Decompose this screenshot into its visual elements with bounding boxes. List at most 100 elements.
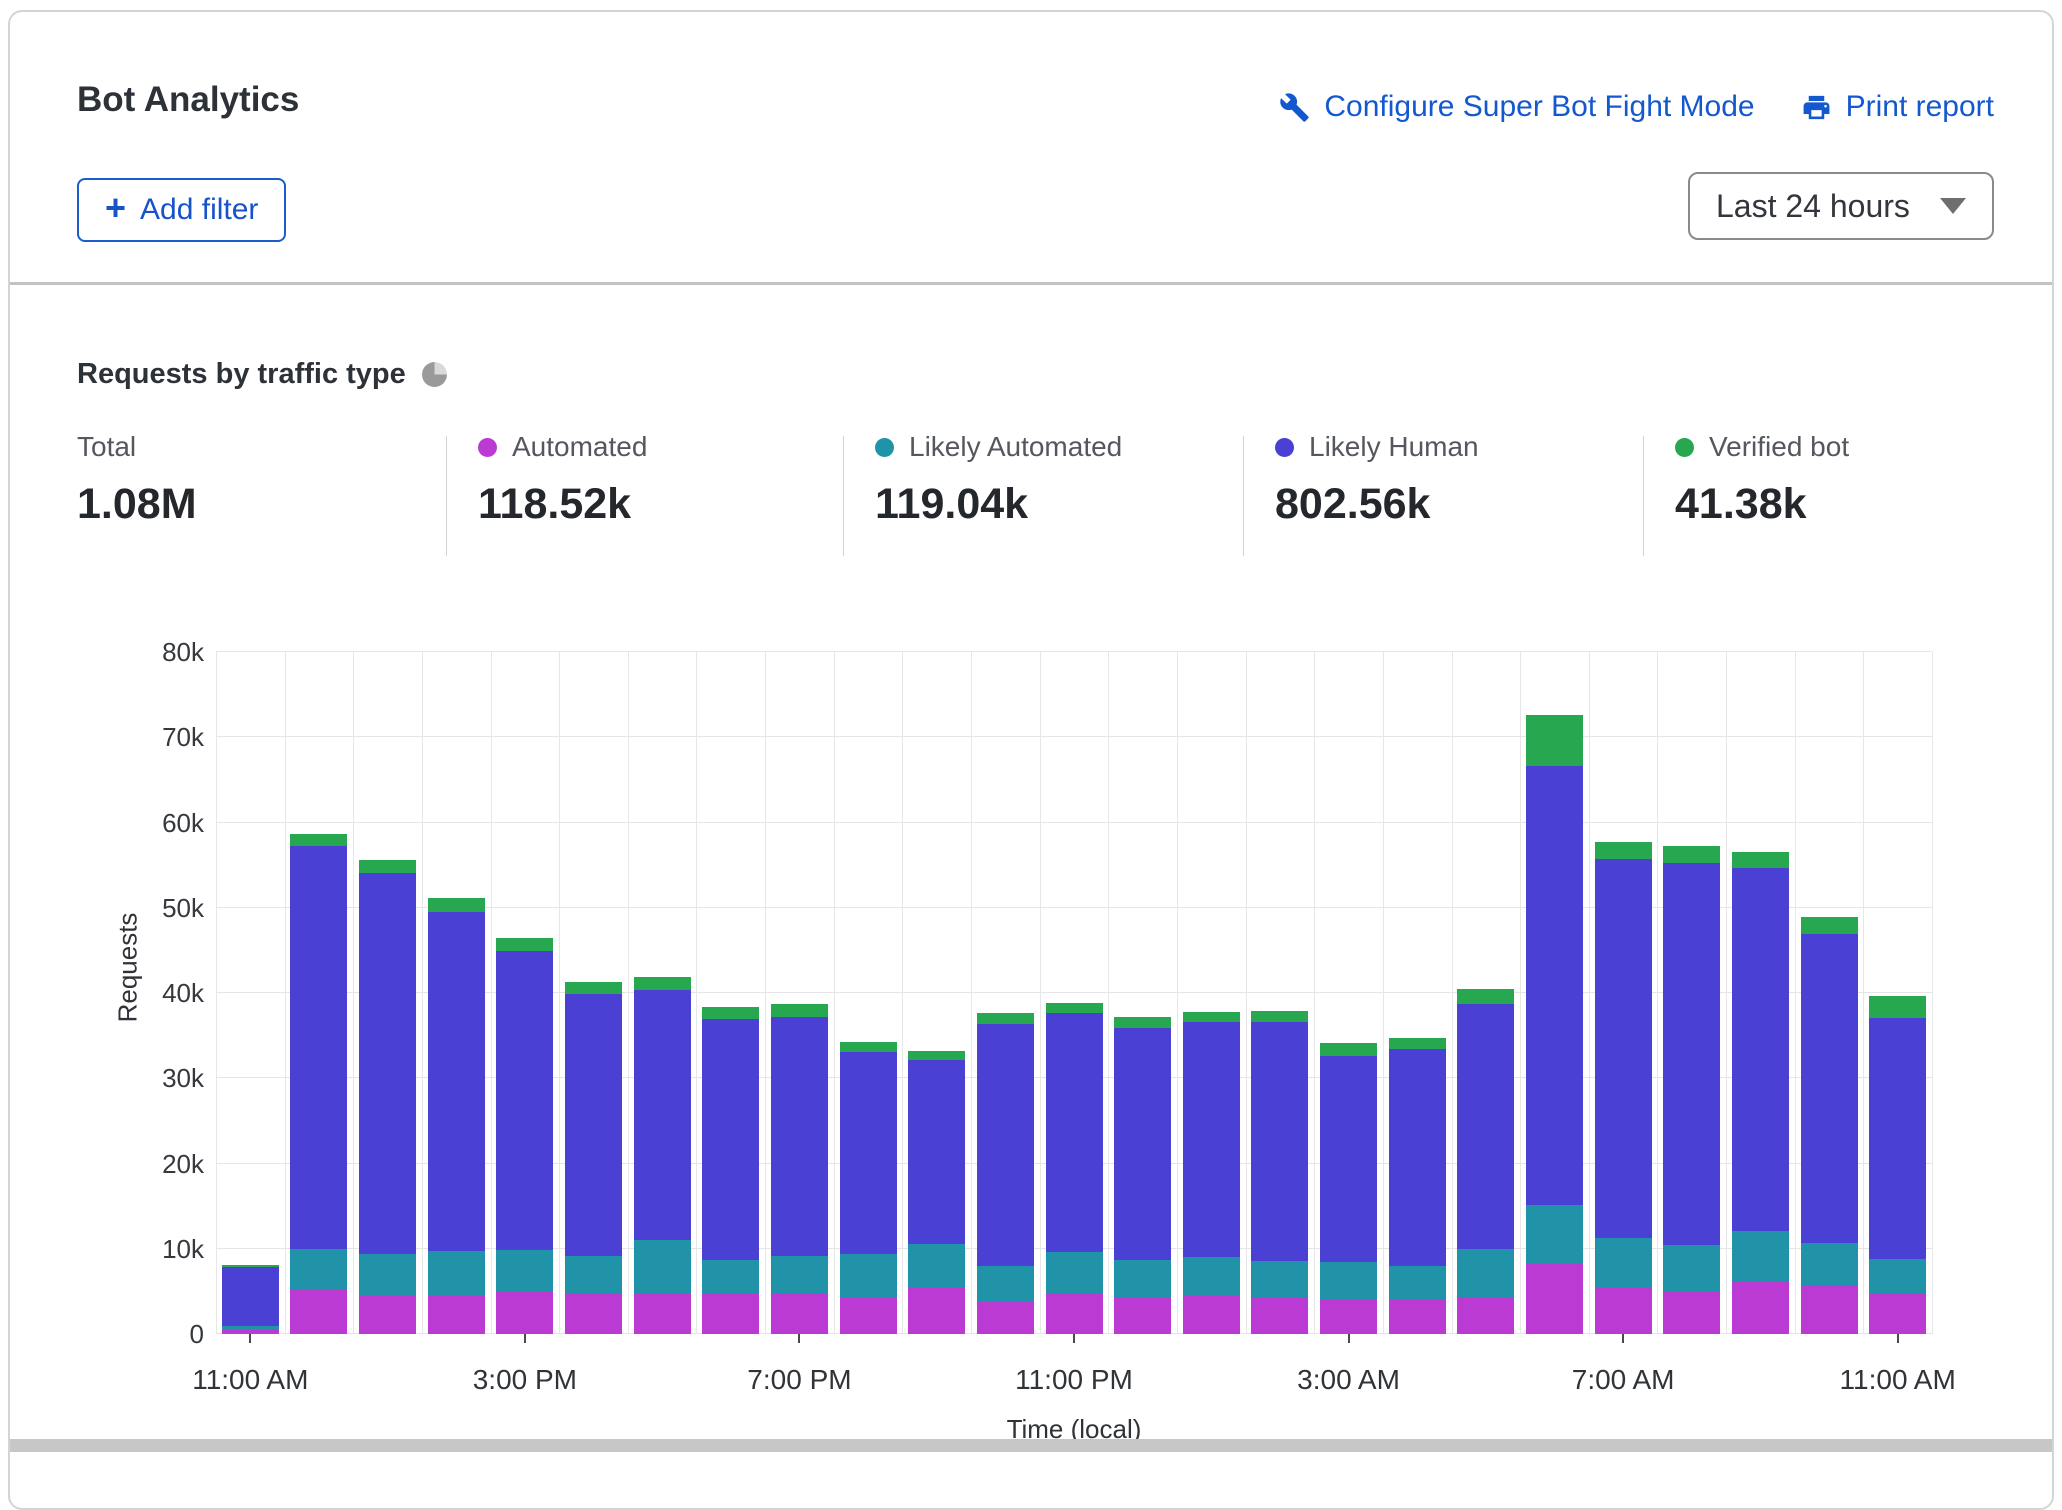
bar-segment-likely-automated xyxy=(428,1251,485,1295)
bar-11-00-am[interactable] xyxy=(222,652,279,1334)
likely-human-legend-dot xyxy=(1275,438,1294,457)
bar-segment-likely-human xyxy=(1183,1022,1240,1257)
bar-12-00-am[interactable] xyxy=(1114,652,1171,1334)
bar-11-00-pm[interactable] xyxy=(1046,652,1103,1334)
x-tick-label: 7:00 AM xyxy=(1572,1364,1675,1396)
bar-11-00-am[interactable] xyxy=(1869,652,1926,1334)
bar-1-00-am[interactable] xyxy=(1183,652,1240,1334)
bar-6-00-pm[interactable] xyxy=(702,652,759,1334)
bar-segment-likely-automated xyxy=(977,1266,1034,1303)
configure-super-bot-fight-mode-link[interactable]: Configure Super Bot Fight Mode xyxy=(1279,90,1754,124)
stat-label: Verified bot xyxy=(1709,431,1849,463)
bar-segment-verified-bot xyxy=(1046,1003,1103,1012)
bar-segment-likely-automated xyxy=(222,1326,279,1329)
gridline-vertical xyxy=(1520,652,1521,1334)
stat-divider xyxy=(1243,436,1244,556)
bar-segment-automated xyxy=(1046,1293,1103,1334)
bar-10-00-pm[interactable] xyxy=(977,652,1034,1334)
bar-5-00-am[interactable] xyxy=(1457,652,1514,1334)
bar-segment-automated xyxy=(359,1295,416,1334)
bar-segment-verified-bot xyxy=(977,1013,1034,1024)
plot-area xyxy=(216,652,1932,1334)
bar-1-00-pm[interactable] xyxy=(359,652,416,1334)
bar-segment-verified-bot xyxy=(1595,842,1652,859)
gridline-vertical xyxy=(1863,652,1864,1334)
gridline-vertical xyxy=(696,652,697,1334)
automated-legend-dot xyxy=(478,438,497,457)
bar-segment-automated xyxy=(840,1297,897,1334)
gridline-vertical xyxy=(1589,652,1590,1334)
bar-3-00-pm[interactable] xyxy=(496,652,553,1334)
bar-segment-likely-human xyxy=(1869,1018,1926,1259)
stat-likely-human: Likely Human 802.56k xyxy=(1275,432,1479,529)
bar-7-00-pm[interactable] xyxy=(771,652,828,1334)
x-tick-label: 3:00 PM xyxy=(473,1364,577,1396)
bar-segment-likely-automated xyxy=(840,1254,897,1297)
bar-segment-verified-bot xyxy=(222,1265,279,1267)
bar-8-00-am[interactable] xyxy=(1663,652,1720,1334)
time-range-select[interactable]: Last 24 hours xyxy=(1688,172,1994,240)
y-tick-label: 70k xyxy=(162,724,204,750)
print-report-link[interactable]: Print report xyxy=(1801,90,1994,124)
bar-9-00-pm[interactable] xyxy=(908,652,965,1334)
bar-segment-likely-human xyxy=(840,1052,897,1254)
stat-value: 119.04k xyxy=(875,480,1122,529)
stat-value: 1.08M xyxy=(77,480,197,529)
bar-7-00-am[interactable] xyxy=(1595,652,1652,1334)
bar-segment-likely-automated xyxy=(1457,1249,1514,1298)
bar-segment-verified-bot xyxy=(702,1007,759,1020)
configure-link-label: Configure Super Bot Fight Mode xyxy=(1324,90,1754,124)
bar-segment-automated xyxy=(565,1293,622,1334)
bar-segment-verified-bot xyxy=(1732,852,1789,868)
stat-total: Total 1.08M xyxy=(77,432,197,529)
bar-4-00-am[interactable] xyxy=(1389,652,1446,1334)
add-filter-button[interactable]: + Add filter xyxy=(77,178,286,242)
bar-segment-verified-bot xyxy=(771,1004,828,1017)
bar-3-00-am[interactable] xyxy=(1320,652,1377,1334)
y-tick-label: 50k xyxy=(162,895,204,921)
x-axis-labels: 11:00 AM3:00 PM7:00 PM11:00 PM3:00 AM7:0… xyxy=(216,1364,1932,1398)
bar-5-00-pm[interactable] xyxy=(634,652,691,1334)
bar-4-00-pm[interactable] xyxy=(565,652,622,1334)
bar-segment-likely-human xyxy=(1320,1056,1377,1262)
bar-segment-likely-human xyxy=(977,1024,1034,1266)
bar-segment-verified-bot xyxy=(1526,715,1583,766)
bar-segment-likely-human xyxy=(1114,1028,1171,1260)
bar-segment-verified-bot xyxy=(634,977,691,990)
bot-analytics-card: Bot Analytics Configure Super Bot Fight … xyxy=(8,10,2054,1510)
bar-segment-automated xyxy=(1801,1285,1858,1334)
verified-bot-legend-dot xyxy=(1675,438,1694,457)
y-tick-label: 10k xyxy=(162,1236,204,1262)
wrench-icon xyxy=(1279,92,1310,123)
bar-segment-likely-human xyxy=(771,1017,828,1256)
plus-icon: + xyxy=(105,193,126,223)
x-tick-mark xyxy=(1897,1334,1899,1343)
bar-10-00-am[interactable] xyxy=(1801,652,1858,1334)
gridline-vertical xyxy=(353,652,354,1334)
page-title: Bot Analytics xyxy=(77,80,299,120)
stat-likely-automated: Likely Automated 119.04k xyxy=(875,432,1122,529)
bar-6-00-am[interactable] xyxy=(1526,652,1583,1334)
bar-9-00-am[interactable] xyxy=(1732,652,1789,1334)
gridline-vertical xyxy=(422,652,423,1334)
bar-2-00-am[interactable] xyxy=(1251,652,1308,1334)
gridline-vertical xyxy=(1726,652,1727,1334)
bar-segment-likely-automated xyxy=(702,1260,759,1293)
gridline-vertical xyxy=(1040,652,1041,1334)
bar-segment-likely-automated xyxy=(1320,1262,1377,1299)
gridline-vertical xyxy=(1452,652,1453,1334)
stat-divider xyxy=(446,436,447,556)
bar-segment-verified-bot xyxy=(908,1051,965,1060)
bar-segment-automated xyxy=(1732,1281,1789,1334)
gridline-vertical xyxy=(491,652,492,1334)
header-links: Configure Super Bot Fight Mode Print rep… xyxy=(1279,90,1994,124)
bar-12-00-pm[interactable] xyxy=(290,652,347,1334)
bar-segment-likely-automated xyxy=(1801,1243,1858,1286)
bar-segment-verified-bot xyxy=(1320,1043,1377,1056)
bar-2-00-pm[interactable] xyxy=(428,652,485,1334)
bar-8-00-pm[interactable] xyxy=(840,652,897,1334)
bar-segment-automated xyxy=(1526,1263,1583,1334)
bar-segment-automated xyxy=(1663,1291,1720,1334)
bar-segment-verified-bot xyxy=(1801,917,1858,934)
bar-segment-likely-automated xyxy=(1251,1261,1308,1299)
